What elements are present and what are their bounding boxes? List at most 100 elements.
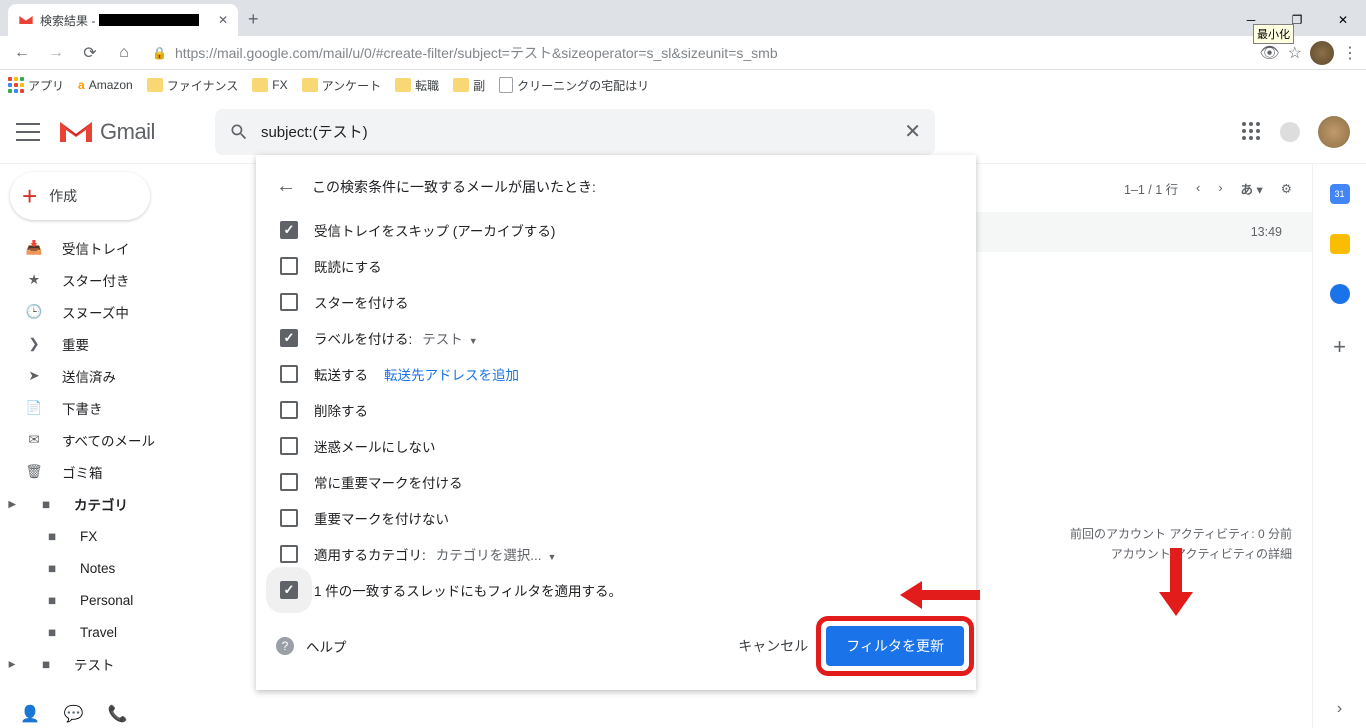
tab-close-icon[interactable]: ✕ — [218, 13, 228, 27]
sidebar-item[interactable]: 📥受信トレイ — [0, 232, 256, 264]
bookmark-survey[interactable]: アンケート — [302, 77, 382, 94]
filter-option-row: 1 件の一致するスレッドにもフィルタを適用する。 — [276, 572, 964, 608]
filter-dropdown[interactable]: カテゴリを選択...▼ — [436, 544, 557, 564]
filter-option-row: 受信トレイをスキップ (アーカイブする) — [276, 212, 964, 248]
sidebar-item[interactable]: ▸■カテゴリ — [0, 488, 256, 520]
help-icon[interactable]: ? — [276, 637, 294, 655]
bookmark-label: 転職 — [415, 77, 439, 94]
filter-option-label: 常に重要マークを付ける — [314, 472, 463, 492]
phone-icon[interactable]: 📞 — [108, 704, 128, 724]
prev-page-button[interactable]: ‹ — [1196, 181, 1200, 195]
filter-checkbox[interactable] — [280, 401, 298, 419]
nav-reload-button[interactable]: ⟳ — [76, 39, 104, 67]
calendar-addon-icon[interactable]: 31 — [1330, 184, 1350, 204]
browser-tab[interactable]: 検索結果 - ✕ — [8, 4, 238, 36]
notifications-button[interactable] — [1280, 122, 1300, 142]
sidebar-item[interactable]: ▸■テスト — [0, 648, 256, 680]
bookmark-finance[interactable]: ファイナンス — [147, 77, 239, 94]
browser-menu-icon[interactable]: ⋮ — [1342, 43, 1358, 63]
filter-checkbox[interactable] — [280, 581, 298, 599]
mail-time: 13:49 — [1251, 225, 1282, 239]
sidebar-item[interactable]: ❯重要 — [0, 328, 256, 360]
extension-eye-icon[interactable]: 👁 — [1259, 43, 1279, 63]
filter-checkbox[interactable] — [280, 509, 298, 527]
sidebar-item-icon: 🕒 — [24, 304, 44, 320]
sidebar-item[interactable]: ✉すべてのメール — [0, 424, 256, 456]
sidebar-item[interactable]: 📄 下書き — [0, 392, 256, 424]
bookmark-star-icon[interactable]: ☆ — [1288, 43, 1302, 63]
sidebar-item[interactable]: ■Notes — [0, 552, 256, 584]
filter-option-label: 迷惑メールにしない — [314, 436, 436, 456]
folder-icon — [252, 78, 268, 92]
search-input[interactable] — [261, 123, 904, 140]
sidebar-item[interactable]: ★スター付き — [0, 264, 256, 296]
bookmark-cleaning[interactable]: クリーニングの宅配はリ — [499, 77, 649, 94]
main-menu-button[interactable] — [16, 123, 40, 141]
sidebar-item-icon: ★ — [24, 272, 44, 288]
filter-checkbox[interactable] — [280, 473, 298, 491]
gmail-logo[interactable]: Gmail — [58, 118, 155, 146]
bookmark-fx[interactable]: FX — [252, 78, 287, 92]
search-clear-button[interactable]: ✕ — [904, 119, 921, 144]
bookmark-label: クリーニングの宅配はリ — [517, 77, 649, 94]
sidebar-item-label: 下書き — [62, 398, 103, 418]
nav-forward-button[interactable]: → — [42, 39, 70, 67]
cancel-button[interactable]: キャンセル — [738, 636, 808, 656]
filter-checkbox[interactable] — [280, 329, 298, 347]
next-page-button[interactable]: › — [1218, 181, 1222, 195]
input-method-button[interactable]: あ ▾ — [1241, 179, 1263, 198]
sidebar-item-label: 送信済み — [62, 366, 116, 386]
sidebar-item-label: カテゴリ — [74, 494, 128, 514]
url-field[interactable]: 🔒 https://mail.google.com/mail/u/0/#crea… — [144, 43, 1253, 63]
sidebar-item-label: ゴミ箱 — [62, 462, 103, 482]
address-bar: ← → ⟳ ⌂ 🔒 https://mail.google.com/mail/u… — [0, 36, 1366, 70]
sidebar-item[interactable]: ➤送信済み — [0, 360, 256, 392]
filter-checkbox[interactable] — [280, 257, 298, 275]
person-icon[interactable]: 👤 — [20, 704, 40, 724]
filter-dropdown[interactable]: テスト▼ — [422, 328, 477, 348]
profile-avatar-small[interactable] — [1310, 41, 1334, 65]
tasks-addon-icon[interactable] — [1330, 284, 1350, 304]
keep-addon-icon[interactable] — [1330, 234, 1350, 254]
side-panel-toggle[interactable]: › — [1337, 700, 1342, 718]
filter-checkbox[interactable] — [280, 365, 298, 383]
compose-button[interactable]: + 作成 — [10, 172, 150, 220]
bookmark-amazon[interactable]: aAmazon — [78, 78, 133, 92]
filter-back-button[interactable]: ← — [276, 175, 296, 198]
new-tab-button[interactable]: + — [248, 9, 259, 36]
update-filter-button[interactable]: フィルタを更新 — [826, 626, 964, 666]
window-close-button[interactable]: ✕ — [1320, 4, 1366, 36]
help-label[interactable]: ヘルプ — [306, 636, 347, 656]
sidebar-item[interactable]: ■Personal — [0, 584, 256, 616]
filter-option-row: 削除する — [276, 392, 964, 428]
apps-label: アプリ — [28, 77, 64, 94]
sidebar-item[interactable]: ■Travel — [0, 616, 256, 648]
sidebar-item-icon: 📄 — [24, 400, 44, 416]
filter-checkbox[interactable] — [280, 545, 298, 563]
nav-back-button[interactable]: ← — [8, 39, 36, 67]
file-icon — [499, 77, 513, 93]
add-addon-button[interactable]: + — [1333, 334, 1346, 360]
chevron-icon: ▸ — [6, 656, 18, 672]
google-apps-button[interactable] — [1242, 122, 1262, 142]
forwarding-address-link[interactable]: 転送先アドレスを追加 — [384, 364, 519, 384]
sidebar-item[interactable]: 🕒スヌーズ中 — [0, 296, 256, 328]
sidebar-item[interactable]: ■FX — [0, 520, 256, 552]
nav-home-button[interactable]: ⌂ — [110, 39, 138, 67]
bookmark-side[interactable]: 副 — [453, 77, 485, 94]
account-avatar[interactable] — [1318, 116, 1350, 148]
filter-option-row: 常に重要マークを付ける — [276, 464, 964, 500]
annotation-arrow-down — [1160, 548, 1190, 618]
sidebar-item-label: Notes — [80, 561, 115, 576]
filter-option-row: 適用するカテゴリ:カテゴリを選択...▼ — [276, 536, 964, 572]
settings-gear-icon[interactable]: ⚙ — [1281, 181, 1292, 196]
apps-shortcut[interactable]: アプリ — [8, 77, 64, 94]
sidebar-item[interactable]: 🗑ゴミ箱 — [0, 456, 256, 488]
filter-checkbox[interactable] — [280, 437, 298, 455]
filter-checkbox[interactable] — [280, 221, 298, 239]
filter-heading: この検索条件に一致するメールが届いたとき: — [312, 177, 596, 197]
bookmark-jobchange[interactable]: 転職 — [395, 77, 439, 94]
search-box[interactable]: ✕ — [215, 109, 935, 155]
filter-checkbox[interactable] — [280, 293, 298, 311]
hangouts-icon[interactable]: 💬 — [64, 704, 84, 724]
